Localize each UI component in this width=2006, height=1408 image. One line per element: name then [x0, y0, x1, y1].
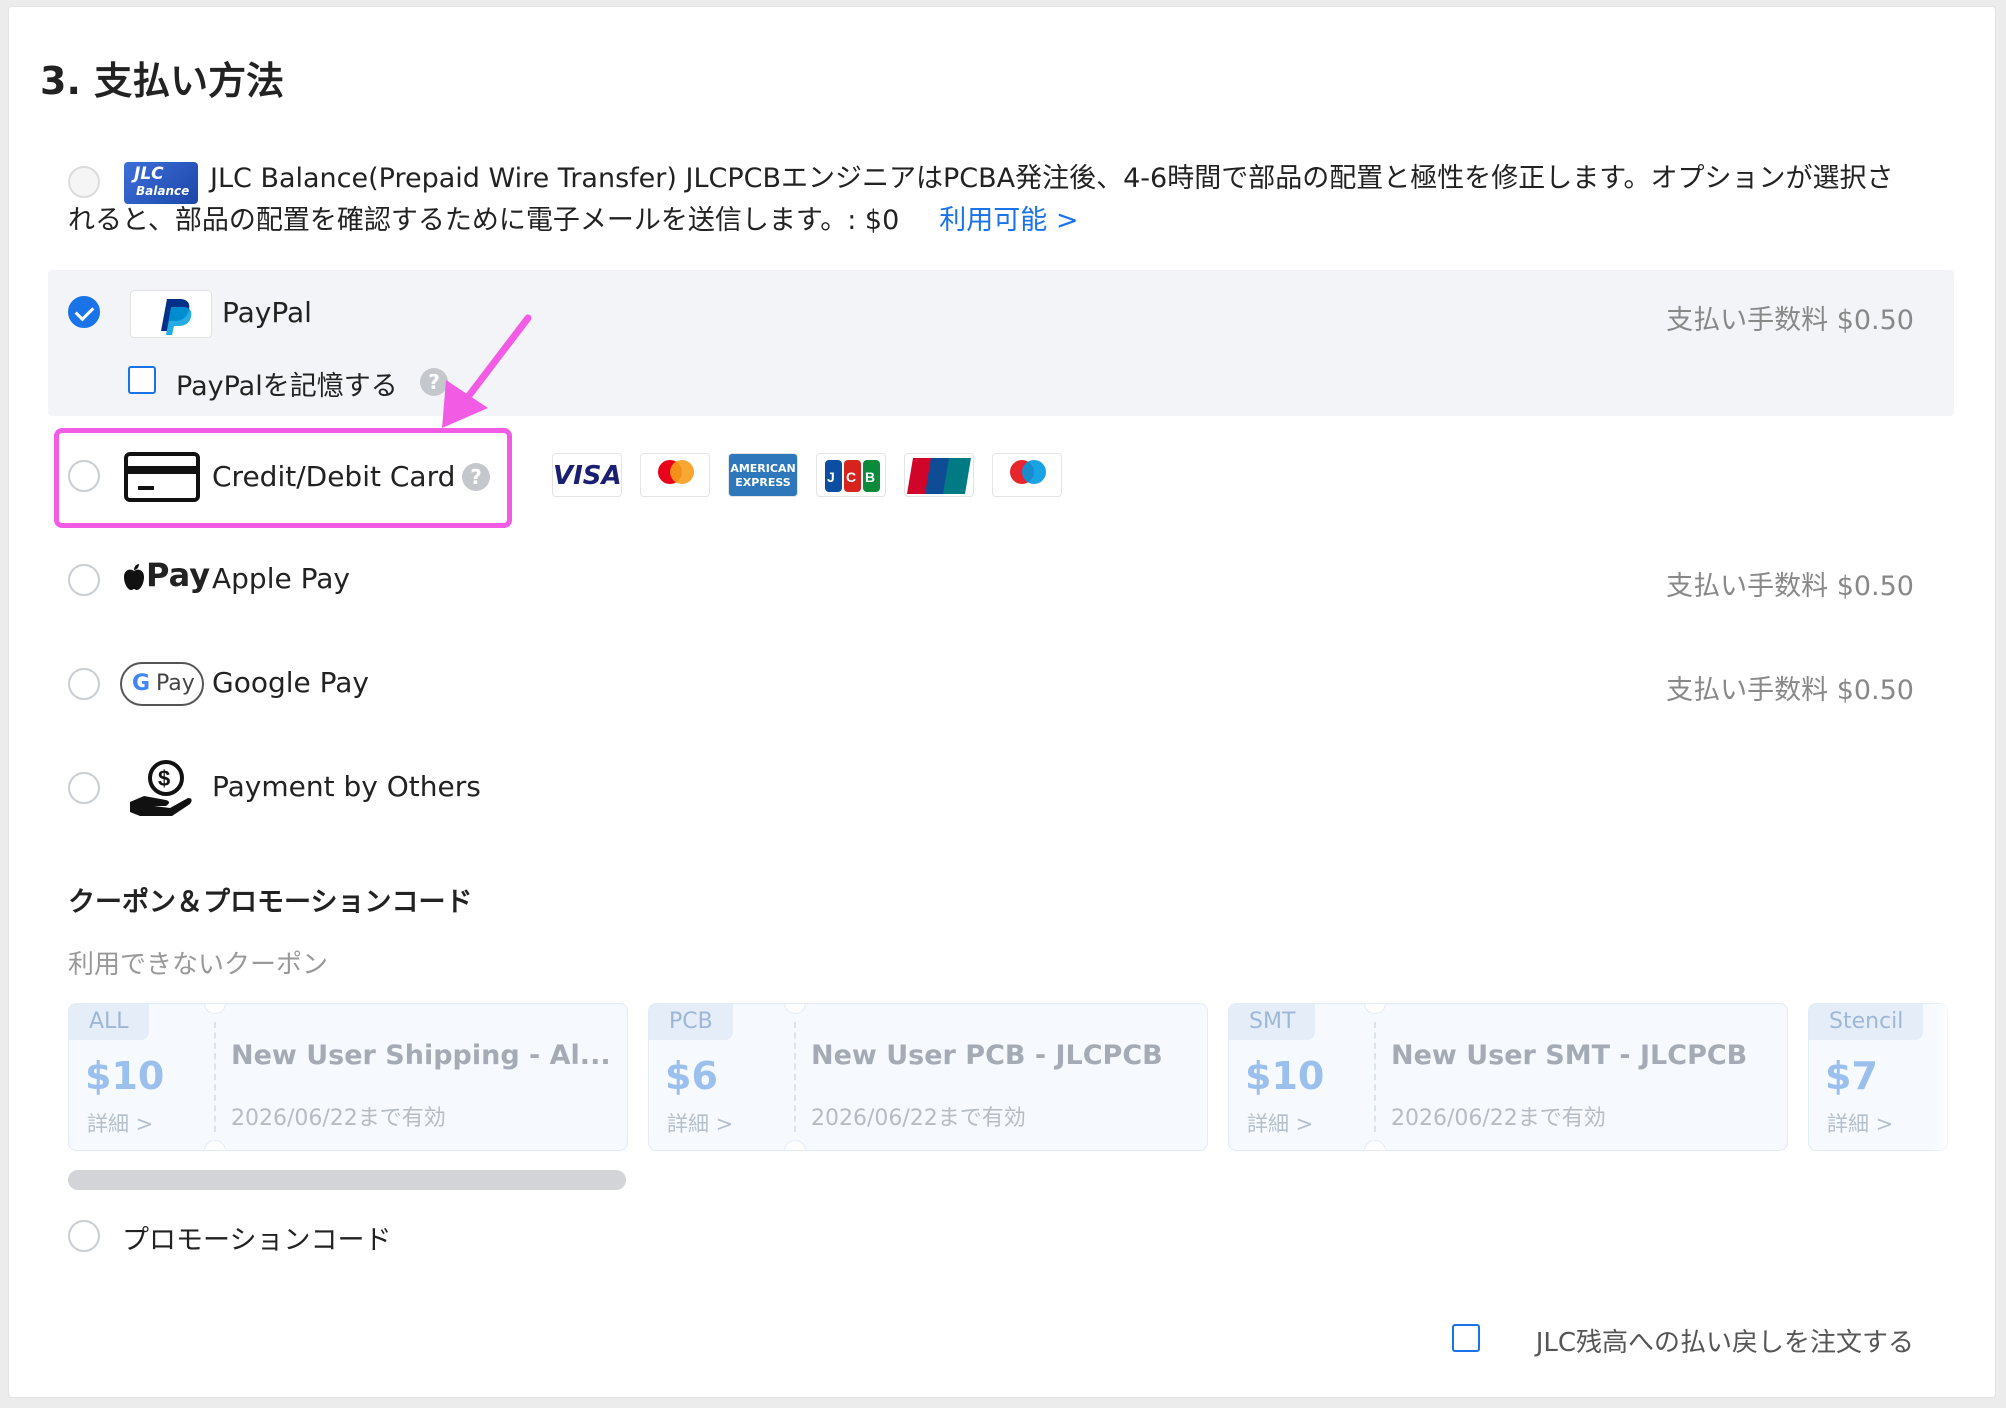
coupon-name: New User Shipping - Al... — [231, 1040, 611, 1071]
money-hand-icon: $ — [130, 760, 192, 816]
coupon-details-link[interactable]: 詳細 > — [1827, 1108, 1893, 1138]
credit-card-radio[interactable] — [68, 460, 100, 492]
coupon-card[interactable]: PCB $6 詳細 > New User PCB - JLCPCB 2026/0… — [648, 1003, 1208, 1151]
credit-card-help-icon[interactable]: ? — [462, 463, 490, 491]
others-label: Payment by Others — [212, 770, 481, 803]
coupon-validity: 2026/06/22まで有効 — [231, 1106, 446, 1131]
apple-pay-logo-text: Pay — [146, 556, 211, 594]
svg-text:C: C — [846, 469, 856, 485]
coupon-card[interactable]: SMT $10 詳細 > New User SMT - JLCPCB 2026/… — [1228, 1003, 1788, 1151]
coupon-details-link[interactable]: 詳細 > — [667, 1108, 733, 1138]
amex-logo: AMERICAN EXPRESS — [728, 453, 798, 497]
mastercard-logo — [640, 453, 710, 497]
unionpay-icon — [907, 458, 971, 494]
coupon-name: New User PCB - JLCPCB — [811, 1040, 1163, 1071]
coupon-validity: 2026/06/22まで有効 — [811, 1106, 1026, 1131]
google-pay-fee: 支払い手数料 $0.50 — [1666, 675, 1914, 706]
coupon-scrollbar[interactable] — [68, 1170, 626, 1190]
paypal-radio[interactable] — [68, 296, 100, 328]
coupon-details-link[interactable]: 詳細 > — [87, 1108, 153, 1138]
coupon-tag: SMT — [1229, 1004, 1316, 1040]
svg-text:B: B — [865, 469, 875, 485]
pointer-arrow-icon — [442, 314, 532, 428]
unavailable-coupons-title: 利用できないクーポン — [68, 950, 329, 980]
maestro-icon — [1010, 460, 1046, 484]
remember-paypal-label: PayPalを記憶する — [176, 371, 398, 402]
coupon-card[interactable]: Stencil $7 詳細 > — [1808, 1003, 1948, 1151]
coupon-amount: $6 — [665, 1054, 718, 1098]
jlc-balance-description: JLC Balance(Prepaid Wire Transfer) JLCPC… — [68, 163, 1894, 236]
coupon-amount: $10 — [1245, 1054, 1325, 1098]
coupons-title: クーポン＆プロモーションコード — [68, 887, 473, 918]
refund-label: JLC残高への払い戻しを注文する — [1535, 1328, 1914, 1358]
credit-card-icon — [124, 452, 200, 502]
apple-pay-label: Apple Pay — [212, 562, 350, 595]
coupon-fade — [1930, 995, 1960, 1160]
coupon-tag: ALL — [69, 1004, 149, 1040]
coupon-amount: $10 — [85, 1054, 165, 1098]
mastercard-icon — [658, 460, 694, 484]
google-pay-logo: G Pay — [120, 662, 204, 706]
section-title: 3. 支払い方法 — [40, 59, 285, 103]
svg-text:J: J — [827, 469, 835, 485]
paypal-icon — [161, 299, 192, 335]
promo-code-radio[interactable] — [68, 1220, 100, 1252]
apple-pay-fee: 支払い手数料 $0.50 — [1666, 571, 1914, 602]
paypal-label: PayPal — [222, 296, 312, 329]
credit-card-label: Credit/Debit Card — [212, 460, 456, 493]
coupon-details-link[interactable]: 詳細 > — [1247, 1108, 1313, 1138]
maestro-logo — [992, 453, 1062, 497]
coupon-name: New User SMT - JLCPCB — [1391, 1040, 1748, 1071]
apple-pay-radio[interactable] — [68, 564, 100, 596]
coupon-tag: PCB — [649, 1004, 733, 1040]
google-pay-label: Google Pay — [212, 666, 369, 699]
coupon-validity: 2026/06/22まで有効 — [1391, 1106, 1606, 1131]
jcb-icon: J C B — [825, 460, 880, 492]
jcb-logo: J C B — [816, 453, 886, 497]
others-radio[interactable] — [68, 772, 100, 804]
coupon-tag: Stencil — [1809, 1004, 1924, 1040]
coupon-card[interactable]: ALL $10 詳細 > New User Shipping - Al... 2… — [68, 1003, 628, 1151]
refund-checkbox[interactable] — [1452, 1324, 1480, 1352]
visa-logo: VISA — [552, 453, 622, 497]
svg-text:$: $ — [158, 766, 170, 791]
paypal-fee: 支払い手数料 $0.50 — [1666, 305, 1914, 336]
available-link[interactable]: 利用可能 > — [939, 205, 1078, 236]
apple-icon — [124, 564, 144, 590]
coupon-amount: $7 — [1825, 1054, 1878, 1098]
remember-paypal-checkbox[interactable] — [128, 366, 156, 394]
google-pay-radio[interactable] — [68, 668, 100, 700]
promo-code-label: プロモーションコード — [122, 1225, 392, 1256]
google-g-icon: G — [132, 671, 151, 696]
unionpay-logo — [904, 453, 974, 497]
paypal-logo — [130, 290, 212, 338]
